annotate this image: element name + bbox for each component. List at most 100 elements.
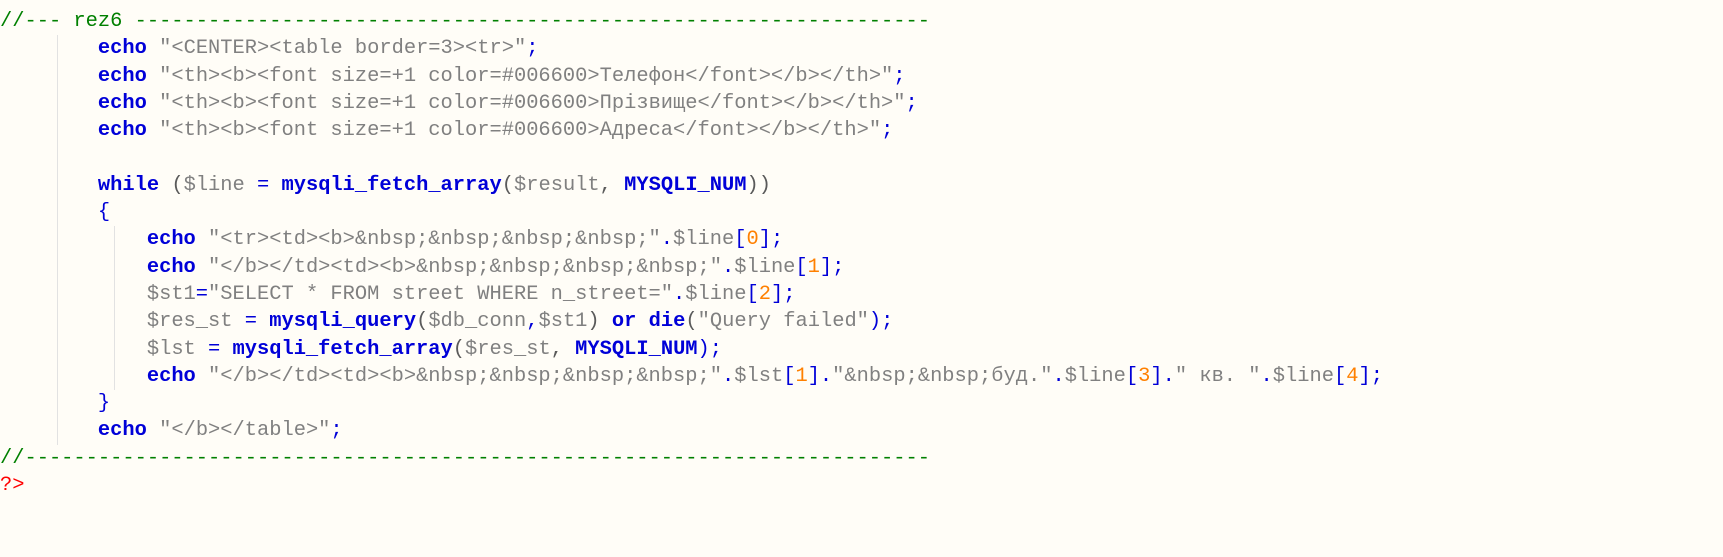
code-token-kw: while <box>97 173 160 197</box>
code-token-php: ?> <box>0 474 25 498</box>
code-token-op: ]; <box>819 255 845 279</box>
code-token-str: " кв. " <box>1174 364 1261 388</box>
indentation <box>0 119 98 142</box>
code-token-num: 1 <box>795 364 808 388</box>
indent-guide <box>57 417 58 445</box>
code-token-op: . <box>721 255 735 279</box>
code-line[interactable]: ?> <box>0 472 1723 499</box>
indent-guide <box>57 117 58 145</box>
code-line[interactable] <box>0 144 1723 172</box>
code-token-kw: echo <box>146 364 196 388</box>
code-token-op: } <box>97 392 111 416</box>
indentation <box>0 228 147 251</box>
code-token-str: "SELECT * FROM street WHERE n_street=" <box>208 282 674 306</box>
code-token-kw: echo <box>97 64 147 88</box>
code-token-op: ); <box>868 310 894 334</box>
code-token-fn: mysqli_fetch_array <box>232 337 453 361</box>
code-token-kw: echo <box>97 419 147 443</box>
code-token-op: . <box>660 228 674 252</box>
indent-guide <box>57 253 58 281</box>
code-token-plain: , <box>599 173 625 197</box>
code-token-str: "<CENTER><table border=3><tr>" <box>159 37 527 61</box>
code-line[interactable]: echo "<tr><td><b>&nbsp;&nbsp;&nbsp;&nbsp… <box>0 226 1723 254</box>
code-line[interactable]: $lst = mysqli_fetch_array($res_st, MYSQL… <box>0 335 1723 363</box>
code-token-paren: ( <box>416 310 429 334</box>
code-token-op: ; <box>526 37 539 61</box>
code-token-op: ; <box>905 91 918 115</box>
indentation <box>0 392 98 415</box>
code-line[interactable]: } <box>0 390 1723 418</box>
code-token-str: "</b></td><td><b>&nbsp;&nbsp;&nbsp;&nbsp… <box>208 364 722 388</box>
code-line[interactable]: echo "<th><b><font size=+1 color=#006600… <box>0 89 1723 118</box>
indentation <box>0 201 98 224</box>
code-line[interactable]: //--------------------------------------… <box>0 445 1723 472</box>
code-token-var: $db_conn <box>428 310 527 334</box>
indent-guide <box>114 280 115 309</box>
code-token-comment: //--------------------------------------… <box>0 446 930 470</box>
code-token-op: ; <box>893 64 906 88</box>
code-line[interactable]: echo "</b></table>"; <box>0 417 1723 445</box>
code-token-op: = <box>232 310 270 334</box>
code-token-op: . <box>673 282 686 306</box>
code-token-kw: die <box>648 310 686 334</box>
code-token-str: "Query failed" <box>697 310 869 334</box>
code-token-op: { <box>97 201 111 225</box>
code-token-kw: or <box>611 310 637 334</box>
code-token-op: [ <box>783 364 796 388</box>
code-token-kw: echo <box>97 119 147 143</box>
code-token-op: ; <box>330 419 343 443</box>
code-token-var: $st1 <box>538 310 588 334</box>
code-line[interactable]: { <box>0 199 1723 227</box>
indent-guide <box>57 144 58 172</box>
code-token-kw: echo <box>97 91 147 115</box>
code-line[interactable]: $st1="SELECT * FROM street WHERE n_stree… <box>0 280 1723 309</box>
code-token-op: [ <box>734 228 747 252</box>
code-token-paren: )) <box>746 173 771 197</box>
code-token-op: ]; <box>758 228 784 252</box>
code-token-op: . <box>721 364 735 388</box>
code-token-fn: mysqli_fetch_array <box>281 173 502 197</box>
code-token-paren: ( <box>501 173 514 197</box>
indentation <box>0 256 147 279</box>
indent-guide <box>114 335 115 363</box>
code-token-num: 0 <box>746 228 759 252</box>
indent-guide <box>57 335 58 363</box>
code-lines: //--- rez6 -----------------------------… <box>0 8 1723 499</box>
code-line[interactable]: echo "</b></td><td><b>&nbsp;&nbsp;&nbsp;… <box>0 253 1723 281</box>
indentation <box>0 338 147 361</box>
code-token-var: $line <box>183 173 245 197</box>
code-token-op: . <box>1052 364 1065 388</box>
code-token-var: $line <box>734 255 796 279</box>
code-line[interactable]: echo "<th><b><font size=+1 color=#006600… <box>0 117 1723 145</box>
code-line[interactable]: $res_st = mysqli_query($db_conn,$st1) or… <box>0 308 1723 336</box>
code-token-str: "<tr><td><b>&nbsp;&nbsp;&nbsp;&nbsp;" <box>208 228 661 252</box>
code-line[interactable]: echo "<CENTER><table border=3><tr>"; <box>0 35 1723 63</box>
indent-guide <box>57 226 58 254</box>
code-token-var: $line <box>1272 364 1334 388</box>
code-token-op: [ <box>795 255 808 279</box>
code-token-str: "</b></table>" <box>159 419 331 443</box>
code-token-op: . <box>1260 364 1273 388</box>
code-token-var: $lst <box>146 337 196 361</box>
code-token-kw: echo <box>146 228 196 252</box>
indentation <box>0 92 98 115</box>
indent-guide <box>57 390 58 418</box>
code-line[interactable]: echo "<th><b><font size=+1 color=#006600… <box>0 62 1723 90</box>
code-editor[interactable]: //--- rez6 -----------------------------… <box>0 0 1723 557</box>
code-token-num: 2 <box>758 282 771 306</box>
code-line[interactable]: while ($line = mysqli_fetch_array($resul… <box>0 171 1723 200</box>
code-token-var: $lst <box>734 364 784 388</box>
code-line[interactable]: echo "</b></td><td><b>&nbsp;&nbsp;&nbsp;… <box>0 362 1723 391</box>
code-token-str: "<th><b><font size=+1 color=#006600>Теле… <box>159 64 894 88</box>
indent-guide <box>57 89 58 118</box>
code-token-op: ]; <box>770 282 796 306</box>
indent-guide <box>57 171 58 200</box>
indent-guide <box>114 362 115 391</box>
indentation <box>0 365 147 388</box>
code-line[interactable]: //--- rez6 -----------------------------… <box>0 8 1723 35</box>
indent-guide <box>57 35 58 63</box>
